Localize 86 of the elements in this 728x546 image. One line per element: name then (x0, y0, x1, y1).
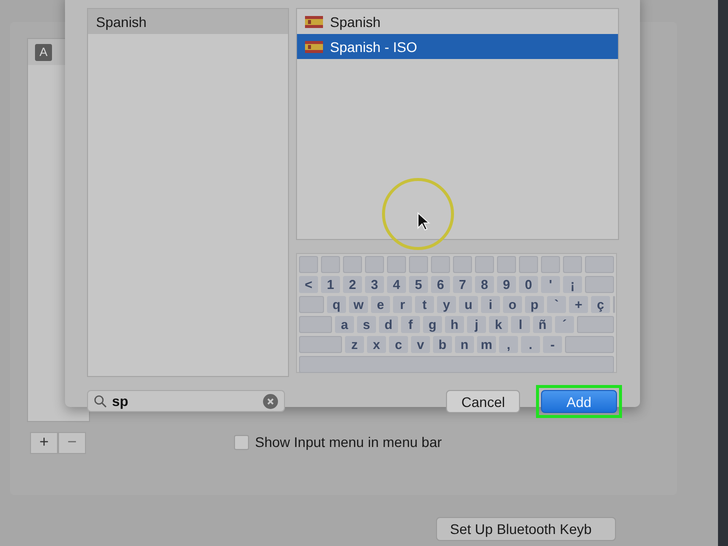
add-button[interactable]: Add (541, 390, 617, 413)
checkbox-label: Show Input menu in menu bar (255, 434, 442, 450)
keyboard-key: ' (541, 276, 560, 293)
keyboard-key (563, 256, 582, 273)
keyboard-key: d (379, 316, 398, 333)
bluetooth-setup-button[interactable]: Set Up Bluetooth Keyb (436, 517, 616, 541)
keyboard-key (365, 256, 384, 273)
click-highlight-drawing (382, 178, 454, 250)
keyboard-key: ¡ (563, 276, 582, 293)
keyboard-key (475, 256, 494, 273)
keyboard-key: h (445, 316, 464, 333)
keyboard-key: f (401, 316, 420, 333)
language-item[interactable]: Spanish (88, 9, 288, 34)
keyboard-key (299, 316, 332, 333)
keyboard-key: g (423, 316, 442, 333)
keyboard-key: 3 (365, 276, 384, 293)
keyboard-key: b (433, 336, 452, 353)
keyboard-key: m (477, 336, 496, 353)
keyboard-key: r (393, 296, 412, 313)
keyboard-key: - (543, 336, 562, 353)
keyboard-key: a (335, 316, 354, 333)
keyboard-key: + (569, 296, 588, 313)
keyboard-key: o (503, 296, 522, 313)
keyboard-key (519, 256, 538, 273)
keyboard-key (299, 336, 342, 353)
keyboard-key: c (389, 336, 408, 353)
keyboard-key: y (437, 296, 456, 313)
keyboard-key (343, 256, 362, 273)
layout-item[interactable]: Spanish - ISO (297, 34, 618, 59)
keyboard-key (453, 256, 472, 273)
keyboard-key: p (525, 296, 544, 313)
keyboard-key: 0 (519, 276, 538, 293)
keyboard-key: t (415, 296, 434, 313)
keyboard-key: z (345, 336, 364, 353)
keyboard-key: k (489, 316, 508, 333)
keyboard-key: 5 (409, 276, 428, 293)
keyboard-key: ñ (533, 316, 552, 333)
keyboard-key (585, 256, 614, 273)
keyboard-key: 8 (475, 276, 494, 293)
keyboard-key: 4 (387, 276, 406, 293)
keyboard-key (431, 256, 450, 273)
keyboard-key: 9 (497, 276, 516, 293)
keyboard-key: e (371, 296, 390, 313)
keyboard-key: q (327, 296, 346, 313)
keyboard-key (299, 256, 318, 273)
keyboard-key (577, 316, 614, 333)
keyboard-key: 7 (453, 276, 472, 293)
layout-item[interactable]: Spanish (297, 9, 618, 34)
keyboard-key (387, 256, 406, 273)
keyboard-key (409, 256, 428, 273)
checkbox[interactable] (234, 434, 249, 450)
keyboard-key: 2 (343, 276, 362, 293)
keyboard-key: l (511, 316, 530, 333)
clear-icon[interactable] (263, 394, 278, 408)
keyboard-key: 6 (431, 276, 450, 293)
keyboard-key: i (481, 296, 500, 313)
search-field[interactable]: sp (87, 390, 285, 412)
search-input[interactable]: sp (112, 393, 258, 409)
keyboard-key (541, 256, 560, 273)
keyboard-key: ´ (555, 316, 574, 333)
input-source-icon: A (35, 44, 52, 60)
keyboard-key: ç (591, 296, 610, 313)
keyboard-key (321, 256, 340, 273)
keyboard-key: j (467, 316, 486, 333)
keyboard-key: u (459, 296, 478, 313)
keyboard-key: , (499, 336, 518, 353)
keyboard-key: ` (547, 296, 566, 313)
add-button[interactable]: + (30, 432, 58, 454)
layout-label: Spanish - ISO (330, 38, 418, 54)
keyboard-key: n (455, 336, 474, 353)
keyboard-key: w (349, 296, 368, 313)
flag-icon (305, 40, 323, 52)
keyboard-key: v (411, 336, 430, 353)
keyboard-key: x (367, 336, 386, 353)
layout-label: Spanish (330, 14, 381, 30)
keyboard-key (299, 296, 324, 313)
cancel-button[interactable]: Cancel (446, 390, 520, 413)
keyboard-key (565, 336, 614, 353)
keyboard-key (497, 256, 516, 273)
keyboard-key (585, 276, 614, 293)
flag-icon (305, 16, 323, 28)
search-icon (94, 394, 107, 408)
keyboard-key: 1 (321, 276, 340, 293)
keyboard-key: . (521, 336, 540, 353)
keyboard-key: s (357, 316, 376, 333)
keyboard-key: < (299, 276, 318, 293)
